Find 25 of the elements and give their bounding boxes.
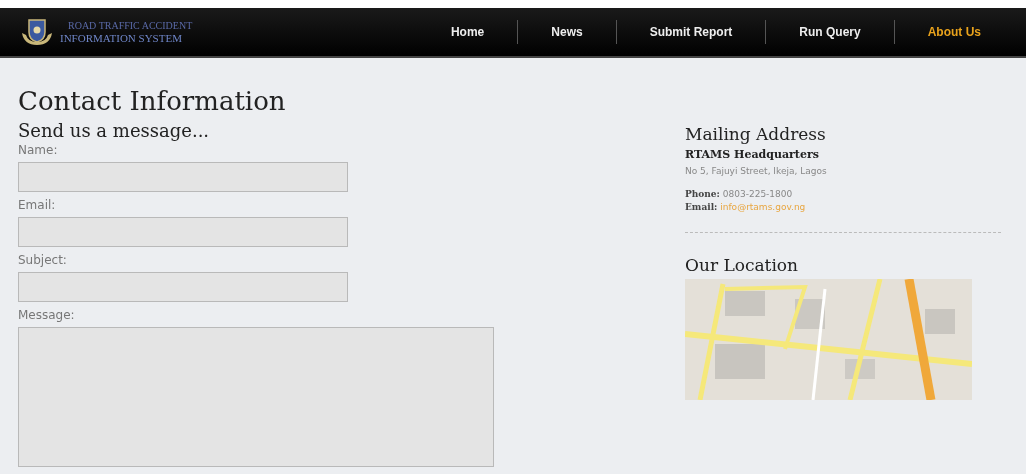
input-field[interactable] <box>18 217 348 247</box>
message-field[interactable] <box>18 327 494 467</box>
email-label: Email: <box>685 202 718 212</box>
section-heading: Our Location <box>685 255 800 275</box>
organization-name: RTAMS Headquarters <box>685 148 820 161</box>
field-label: Name: <box>18 143 59 157</box>
field-label: Email: <box>18 198 57 212</box>
nav-link[interactable]: News <box>518 25 616 39</box>
field-label: Message: <box>18 308 76 322</box>
phone-label: Phone: <box>685 189 720 199</box>
logo-text: INFORMATION SYSTEM <box>60 32 183 44</box>
section-heading: Mailing Address <box>685 124 827 144</box>
nav-link[interactable]: Home <box>417 25 518 39</box>
input-field[interactable] <box>18 272 348 302</box>
input-field[interactable] <box>18 162 348 192</box>
address-text: No 5, Fajuyi Street, Ikeja, Lagos <box>685 166 828 176</box>
logo-text: ROAD TRAFFIC ACCIDENT <box>67 20 193 32</box>
phone-number: 0803-225-1800 <box>722 189 793 199</box>
form-heading: Send us a message... <box>18 120 211 141</box>
nav-link[interactable]: Run Query <box>766 25 894 39</box>
crest-icon <box>20 17 54 47</box>
field-label: Subject: <box>18 253 68 267</box>
nav-link[interactable]: About Us <box>894 25 1014 39</box>
page-title: Contact Information <box>18 86 287 116</box>
nav-link[interactable]: Submit Report <box>616 25 766 39</box>
